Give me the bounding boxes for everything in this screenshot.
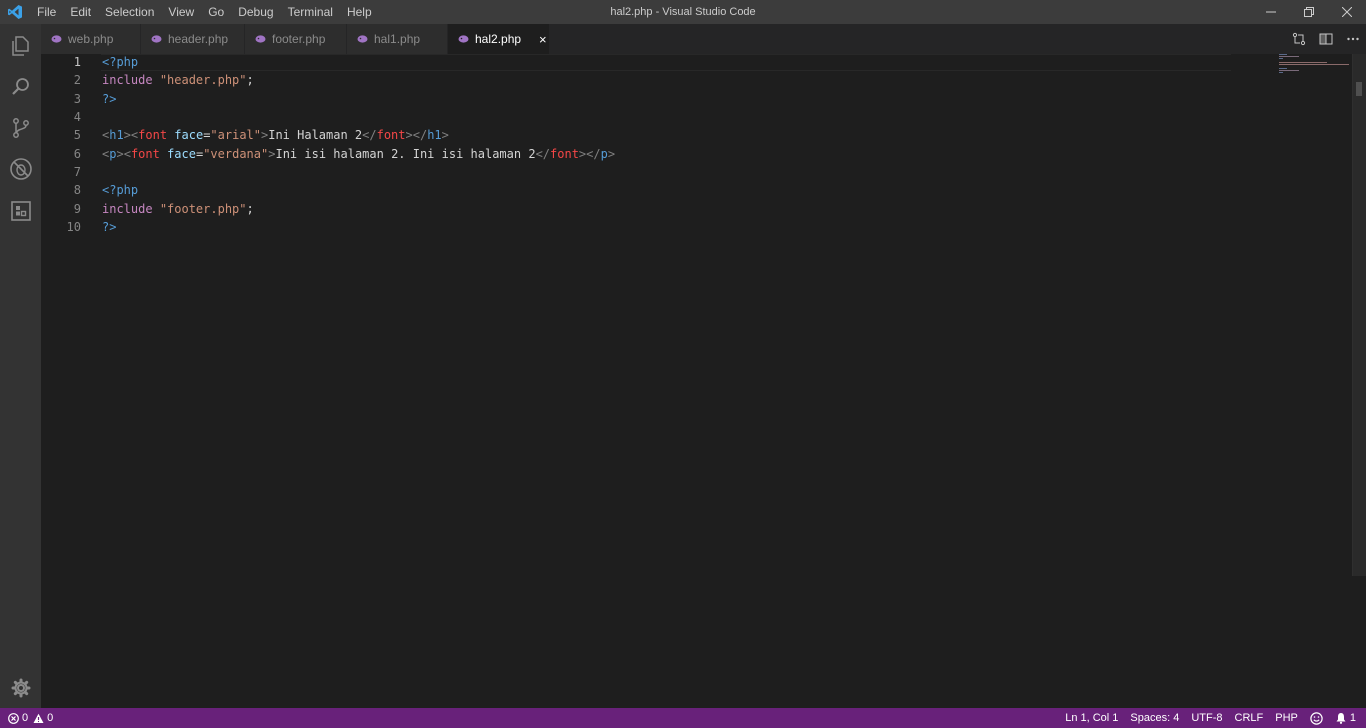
vscode-logo-icon[interactable] xyxy=(0,0,30,24)
php-elephant-icon xyxy=(255,35,266,43)
smiley-icon xyxy=(1310,711,1323,725)
search-icon[interactable] xyxy=(0,66,41,107)
cursor-position[interactable]: Ln 1, Col 1 xyxy=(1059,708,1124,728)
code-editor[interactable]: 1 2 3 4 5 6 7 8 9 10 <?php include "head… xyxy=(41,54,1366,708)
tab-label: footer.php xyxy=(272,32,326,46)
menu-go[interactable]: Go xyxy=(201,0,231,24)
php-elephant-icon xyxy=(151,35,162,43)
minimap-line xyxy=(1279,70,1299,71)
warning-count: 0 xyxy=(47,712,54,724)
tab-header-php[interactable]: header.php xyxy=(141,24,245,54)
open-changes-button[interactable] xyxy=(1285,24,1312,54)
code-line[interactable]: ?> xyxy=(102,218,116,236)
restore-button[interactable] xyxy=(1290,0,1328,24)
tab-footer-php[interactable]: footer.php xyxy=(245,24,347,54)
status-bar-right: Ln 1, Col 1 Spaces: 4 UTF-8 CRLF PHP 1 xyxy=(1059,708,1366,728)
tab-label: web.php xyxy=(68,32,114,46)
error-icon xyxy=(8,712,19,724)
tab-label: hal1.php xyxy=(374,32,421,46)
php-elephant-icon xyxy=(51,35,62,43)
menu-selection[interactable]: Selection xyxy=(98,0,161,24)
code-line[interactable]: include "footer.php"; xyxy=(102,200,254,218)
explorer-icon[interactable] xyxy=(0,25,41,66)
menu-view[interactable]: View xyxy=(161,0,201,24)
notification-count: 1 xyxy=(1349,712,1356,724)
extensions-icon[interactable] xyxy=(0,190,41,231)
close-tab-button[interactable]: × xyxy=(539,32,547,47)
minimize-icon xyxy=(1266,11,1276,13)
scrollbar-cursor-marker xyxy=(1356,82,1362,96)
close-icon xyxy=(1342,7,1352,17)
menu-debug[interactable]: Debug xyxy=(231,0,280,24)
close-window-button[interactable] xyxy=(1328,0,1366,24)
line-number: 9 xyxy=(73,202,81,216)
language-mode[interactable]: PHP xyxy=(1269,708,1304,728)
line-number: 2 xyxy=(73,73,81,87)
tab-hal1-php[interactable]: hal1.php xyxy=(347,24,448,54)
problems-indicator[interactable]: 0 0 xyxy=(0,708,53,728)
minimap-line xyxy=(1279,62,1327,63)
menu-terminal[interactable]: Terminal xyxy=(281,0,340,24)
minimap-line xyxy=(1279,68,1287,69)
notifications-button[interactable]: 1 xyxy=(1329,708,1366,728)
error-count: 0 xyxy=(22,712,29,724)
minimap-line xyxy=(1279,56,1299,57)
code-line[interactable]: <?php xyxy=(102,181,138,199)
minimap-line xyxy=(1279,58,1283,59)
code-line[interactable]: include "header.php"; xyxy=(102,71,254,89)
code-line[interactable]: <p><font face="verdana">Ini isi halaman … xyxy=(102,145,615,163)
gear-icon[interactable] xyxy=(0,667,41,708)
minimap[interactable] xyxy=(1279,54,1354,84)
tab-label: hal2.php xyxy=(475,32,522,46)
minimize-button[interactable] xyxy=(1252,0,1290,24)
code-line[interactable]: <?php xyxy=(102,53,138,71)
code-area[interactable]: <?php include "header.php"; ?> <h1><font… xyxy=(102,54,1306,708)
php-elephant-icon xyxy=(458,35,469,43)
indentation-setting[interactable]: Spaces: 4 xyxy=(1124,708,1185,728)
file-encoding[interactable]: UTF-8 xyxy=(1185,708,1228,728)
tab-label: header.php xyxy=(168,32,229,46)
php-elephant-icon xyxy=(357,35,368,43)
title-bar: File Edit Selection View Go Debug Termin… xyxy=(0,0,1366,24)
window-controls xyxy=(1252,0,1366,24)
feedback-button[interactable] xyxy=(1304,708,1329,728)
vertical-scrollbar[interactable] xyxy=(1352,54,1366,576)
code-line[interactable]: <h1><font face="arial">Ini Halaman 2</fo… xyxy=(102,126,449,144)
split-editor-icon xyxy=(1319,33,1332,45)
end-of-line[interactable]: CRLF xyxy=(1229,708,1270,728)
line-number: 6 xyxy=(73,147,81,161)
line-number: 3 xyxy=(73,92,81,106)
tab-web-php[interactable]: web.php xyxy=(41,24,141,54)
status-bar: 0 0 Ln 1, Col 1 Spaces: 4 UTF-8 CRLF PHP… xyxy=(0,708,1366,728)
line-number: 4 xyxy=(73,110,81,124)
warning-icon xyxy=(33,713,44,723)
line-number: 10 xyxy=(66,220,81,234)
line-number: 8 xyxy=(73,183,81,197)
minimap-line xyxy=(1279,72,1283,73)
minimap-line xyxy=(1279,54,1287,55)
menu-edit[interactable]: Edit xyxy=(63,0,98,24)
tab-bar: web.php header.php footer.php hal1.php h… xyxy=(41,24,1366,54)
debug-icon[interactable] xyxy=(0,148,41,189)
source-control-icon[interactable] xyxy=(0,107,41,148)
menu-file[interactable]: File xyxy=(30,0,63,24)
menu-help[interactable]: Help xyxy=(340,0,379,24)
tab-hal2-php[interactable]: hal2.php × xyxy=(448,24,550,54)
compare-changes-icon xyxy=(1292,32,1305,46)
split-editor-button[interactable] xyxy=(1312,24,1339,54)
menu-bar: File Edit Selection View Go Debug Termin… xyxy=(30,0,379,24)
editor-actions xyxy=(1285,24,1366,54)
minimap-line xyxy=(1279,64,1349,65)
restore-icon xyxy=(1304,7,1314,17)
line-number-gutter: 1 2 3 4 5 6 7 8 9 10 xyxy=(41,54,91,708)
bell-icon xyxy=(1336,713,1346,724)
more-actions-button[interactable] xyxy=(1339,24,1366,54)
code-line[interactable]: ?> xyxy=(102,90,116,108)
ellipsis-icon xyxy=(1346,37,1359,41)
line-number: 7 xyxy=(73,165,81,179)
line-number: 1 xyxy=(73,55,81,69)
line-number: 5 xyxy=(73,128,81,142)
activity-bar xyxy=(0,24,41,708)
